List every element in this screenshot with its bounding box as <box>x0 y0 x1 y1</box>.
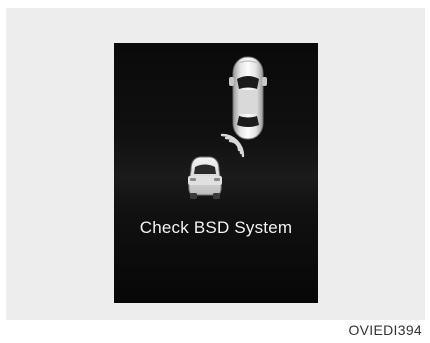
bsd-scene <box>188 56 267 199</box>
car-top-view-icon <box>229 56 267 140</box>
car-rear-view-icon <box>188 156 222 199</box>
image-code: OVIEDI394 <box>348 322 422 338</box>
warning-message: Check BSD System <box>139 218 293 237</box>
radar-waves-icon <box>220 133 245 158</box>
cluster-display: Check BSD System <box>114 43 318 303</box>
